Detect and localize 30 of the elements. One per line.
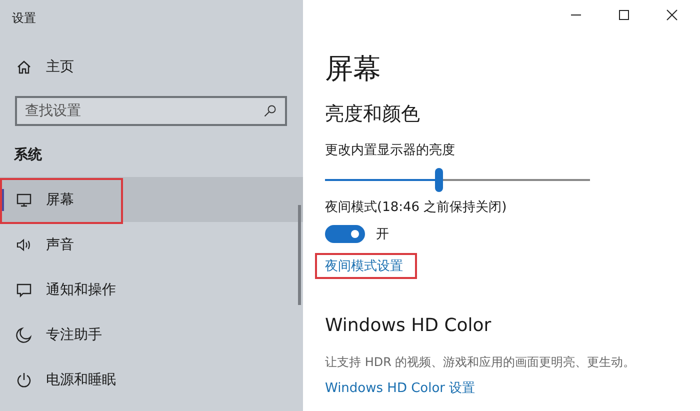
monitor-icon bbox=[16, 192, 32, 208]
moon-icon bbox=[16, 326, 32, 342]
page-title: 屏幕 bbox=[325, 51, 382, 87]
search-field[interactable]: 查找设置 bbox=[15, 96, 287, 126]
section-heading: 亮度和颜色 bbox=[325, 102, 421, 127]
brightness-slider[interactable] bbox=[325, 168, 590, 192]
brightness-label: 更改内置显示器的亮度 bbox=[325, 142, 456, 159]
toggle-state: 开 bbox=[376, 226, 389, 243]
nav-item[interactable]: 声音 bbox=[0, 222, 303, 267]
nav-item[interactable]: 电源和睡眠 bbox=[0, 357, 303, 402]
close-icon[interactable] bbox=[666, 9, 678, 21]
night-light-settings-link[interactable]: 夜间模式设置 bbox=[325, 257, 403, 275]
nav-item[interactable]: 专注助手 bbox=[0, 312, 303, 357]
section-heading: Windows HD Color bbox=[325, 315, 492, 336]
home-icon bbox=[16, 59, 32, 75]
nav-item[interactable]: 通知和操作 bbox=[0, 267, 303, 312]
window-title: 设置 bbox=[11, 10, 37, 27]
nav-item[interactable]: 屏幕 bbox=[0, 177, 303, 222]
night-light-label: 夜间模式(18:46 之前保持关闭) bbox=[325, 199, 508, 216]
speaker-icon bbox=[16, 236, 32, 252]
hd-color-settings-link[interactable]: Windows HD Color 设置 bbox=[325, 379, 476, 397]
message-icon bbox=[16, 282, 32, 298]
description-text: 让支持 HDR 的视频、游戏和应用的画面更明亮、更生动。 bbox=[325, 354, 636, 371]
search-icon bbox=[263, 104, 277, 118]
home-link[interactable]: 主页 bbox=[16, 58, 303, 76]
power-icon bbox=[16, 372, 32, 388]
maximize-icon[interactable] bbox=[618, 9, 630, 21]
section-heading: 系统 bbox=[14, 146, 43, 164]
scrollbar[interactable] bbox=[298, 205, 301, 305]
toggle-switch[interactable] bbox=[325, 225, 365, 243]
